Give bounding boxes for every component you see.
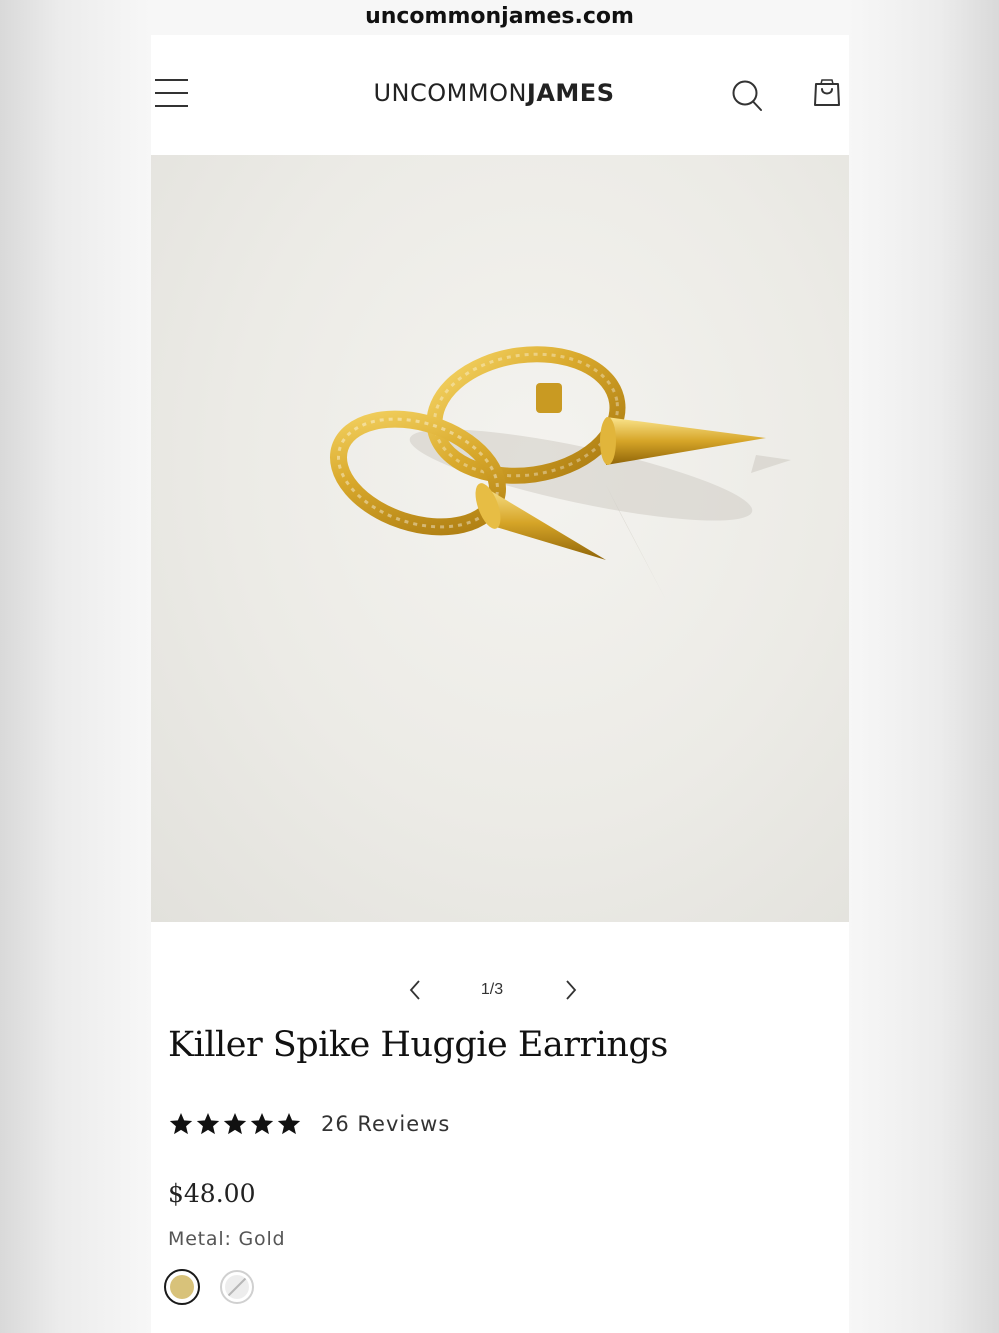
shopping-bag-icon[interactable] <box>812 75 842 109</box>
star-rating <box>168 1111 303 1137</box>
product-title: Killer Spike Huggie Earrings <box>168 1025 668 1065</box>
image-counter: 1/3 <box>480 981 504 998</box>
star-icon <box>250 1112 274 1135</box>
star-icon <box>277 1112 301 1135</box>
logo-text-uncommon: UNCOMMON <box>373 79 527 107</box>
product-price: $48.00 <box>168 1179 256 1208</box>
chevron-right-icon[interactable] <box>559 977 581 1003</box>
swatch-gold[interactable] <box>164 1269 200 1305</box>
logo-text-james: JAMES <box>526 79 615 107</box>
swatch-silver[interactable] <box>220 1270 254 1304</box>
search-icon[interactable] <box>731 78 765 114</box>
browser-url[interactable]: uncommonjames.com <box>0 4 999 29</box>
product-image[interactable] <box>151 155 849 922</box>
image-carousel-controls: 1/3 <box>151 973 849 1009</box>
star-icon <box>169 1112 193 1135</box>
product-rating[interactable]: 26 Reviews <box>168 1109 450 1139</box>
metal-label: Metal: Gold <box>168 1228 286 1250</box>
chevron-left-icon[interactable] <box>405 977 427 1003</box>
site-header: UNCOMMONJAMES <box>151 35 849 155</box>
star-icon <box>223 1112 247 1135</box>
mobile-page: UNCOMMONJAMES 1/3 Killer Spike Huggie Ea… <box>151 35 849 1333</box>
reviews-link[interactable]: 26 Reviews <box>321 1112 450 1136</box>
star-icon <box>196 1112 220 1135</box>
